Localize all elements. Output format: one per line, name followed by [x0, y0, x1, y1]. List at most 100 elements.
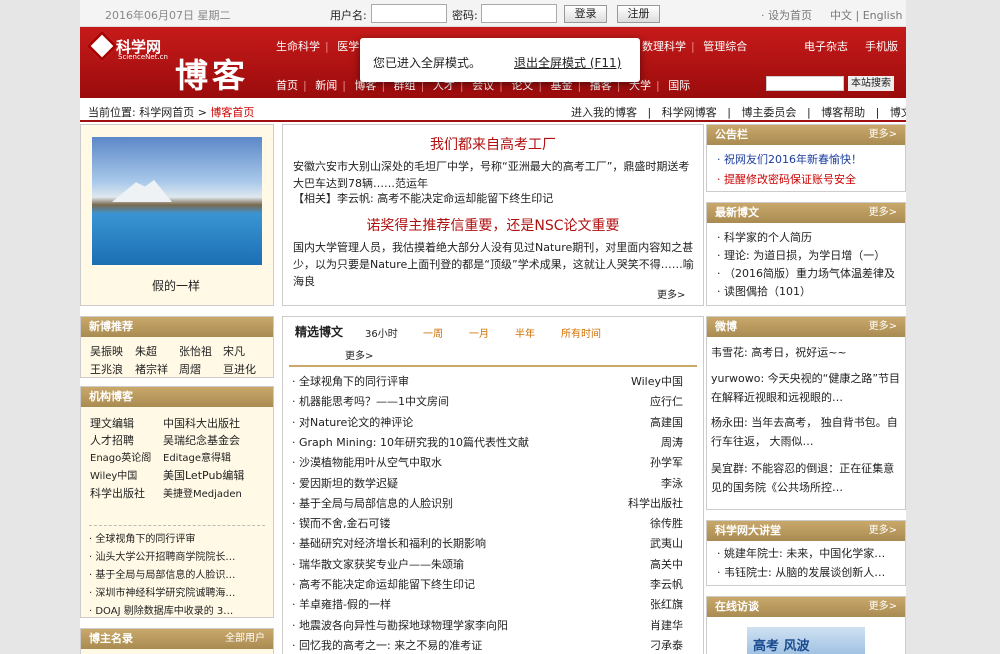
breadcrumb-current[interactable]: 博客首页 [210, 106, 254, 119]
featured-post-author[interactable]: 李云帆 [650, 576, 683, 592]
featured-post-author[interactable]: 高关中 [650, 556, 683, 572]
org-item[interactable]: 中国科大出版社 [163, 415, 240, 431]
org-item[interactable]: 吴瑞纪念基金会 [163, 432, 240, 448]
nav-math-physics[interactable]: 数理科学 [642, 40, 686, 53]
org-post[interactable]: · 全球视角下的同行评审 [89, 530, 264, 545]
notice-item[interactable]: · 祝网友们2016年新春愉快！ [717, 151, 862, 168]
featured-post-title[interactable]: · 爱因斯坦的数学迟疑 [292, 477, 398, 490]
weibo-item[interactable]: 吴宜群: 不能容忍的倒退：正在征集意见的国务院《公共场所控… [711, 459, 903, 497]
featured-post-title[interactable]: · 对Nature论文的神评论 [292, 416, 413, 429]
site-search-input[interactable] [766, 76, 844, 91]
blogger-name[interactable]: 亘进化 [223, 361, 256, 377]
lecture-more-link[interactable]: 更多> [869, 521, 897, 541]
org-post[interactable]: · 汕头大学公开招聘商学院院长… [89, 548, 264, 563]
interview-more-link[interactable]: 更多> [869, 597, 897, 617]
register-button[interactable]: 注册 [617, 5, 660, 23]
featured-post-title[interactable]: · 沙漠植物能用叶从空气中取水 [292, 456, 442, 469]
weibo-item[interactable]: yurwowo: 今天央视的“健康之路”节目在解释近视眼和远视眼的… [711, 369, 903, 407]
featured-post-row[interactable]: · 全球视角下的同行评审 Wiley中国 [292, 373, 685, 389]
language-switch[interactable]: 中文 | English [830, 7, 902, 23]
featured-post-title[interactable]: · 羊卓雍措-假的一样 [292, 598, 391, 611]
featured-post-author[interactable]: 武夷山 [650, 535, 683, 551]
username-input[interactable] [371, 4, 447, 23]
featured-post-title[interactable]: · 高考不能决定命运却能留下终生印记 [292, 578, 475, 591]
headline-title-1[interactable]: 我们都来自高考工厂 [283, 134, 703, 154]
featured-post-author[interactable]: 徐传胜 [650, 515, 683, 531]
notice-item[interactable]: · 提醒修改密码保证账号安全 [717, 171, 856, 188]
all-users-link[interactable]: 全部用户 [225, 629, 265, 649]
tab-36h[interactable]: 36小时 [365, 325, 398, 340]
org-post[interactable]: · DOAJ 剔除数据库中收录的 3… [89, 602, 264, 617]
notice-more-link[interactable]: 更多> [869, 125, 897, 145]
nav-e-magazine[interactable]: 电子杂志 [804, 38, 848, 54]
latest-item[interactable]: · 读图偶拾（101） [717, 283, 903, 300]
featured-post-title[interactable]: · 基础研究对经济增长和福利的长期影响 [292, 537, 486, 550]
tab-month[interactable]: 一月 [469, 325, 489, 340]
headline-related[interactable]: 【相关】李云帆: 高考不能决定命运却能留下终生印记 [293, 190, 695, 207]
org-item[interactable]: 人才招聘 [90, 432, 134, 448]
blogger-name[interactable]: 王兆浪 [90, 361, 123, 377]
weibo-more-link[interactable]: 更多> [869, 317, 897, 337]
featured-post-author[interactable]: 科学出版社 [628, 495, 683, 511]
blog-search-link[interactable]: 博文搜索 [890, 106, 906, 119]
featured-post-title[interactable]: · 全球视角下的同行评审 [292, 375, 409, 388]
breadcrumb-home[interactable]: 当前位置: 科学网首页 [88, 106, 194, 119]
lake-photo[interactable] [92, 137, 262, 265]
featured-post-title[interactable]: · 瑞华散文家获奖专业户——朱颂瑜 [292, 558, 464, 571]
featured-post-title[interactable]: · 回忆我的高考之一: 来之不易的准考证 [292, 639, 482, 652]
org-item[interactable]: Editage意得辑 [163, 449, 231, 464]
photo-caption[interactable]: 假的一样 [81, 277, 271, 294]
weibo-item[interactable]: 杨永田: 当年去高考， 独自背书包。自行车往返， 大雨似… [711, 413, 903, 451]
featured-post-author[interactable]: 李泳 [661, 475, 683, 491]
featured-post-row[interactable]: · 高考不能决定命运却能留下终生印记 李云帆 [292, 576, 685, 592]
tab-week[interactable]: 一周 [423, 325, 443, 340]
org-item[interactable]: 科学出版社 [90, 485, 145, 501]
featured-post-author[interactable]: 刁承泰 [650, 637, 683, 653]
lecture-item[interactable]: · 姚建年院士: 未来，中国化学家… [717, 545, 903, 562]
featured-post-row[interactable]: · 基础研究对经济增长和福利的长期影响 武夷山 [292, 535, 685, 551]
featured-post-row[interactable]: · 地震波各向异性与勘探地球物理学家李向阳 肖建华 [292, 617, 685, 633]
featured-post-title[interactable]: · 锲而不舍,金石可镂 [292, 517, 391, 530]
featured-post-row[interactable]: · 沙漠植物能用叶从空气中取水 孙学军 [292, 454, 685, 470]
login-button[interactable]: 登录 [564, 5, 607, 23]
sciencenet-blog-link[interactable]: 科学网博客 [662, 106, 717, 119]
featured-post-author[interactable]: 周涛 [661, 434, 683, 450]
org-item[interactable]: Wiley中国 [90, 467, 137, 482]
nav-management[interactable]: 管理综合 [703, 40, 747, 53]
blogger-name[interactable]: 吴振映 [90, 343, 123, 359]
blogger-name[interactable]: 褚宗祥 [135, 361, 168, 377]
featured-post-author[interactable]: 张红旗 [650, 596, 683, 612]
nav-mobile[interactable]: 手机版 [865, 38, 898, 54]
featured-post-row[interactable]: · 回忆我的高考之一: 来之不易的准考证 刁承泰 [292, 637, 685, 653]
nav-news[interactable]: 新闻 [315, 79, 337, 92]
featured-post-row[interactable]: · 机器能思考吗？——1中文房间 应行仁 [292, 393, 685, 409]
latest-more-link[interactable]: 更多> [869, 203, 897, 223]
interview-banner[interactable]: 高考 风波 [747, 627, 865, 654]
exit-fullscreen-link[interactable]: 退出全屏模式 (F11) [514, 54, 621, 71]
featured-post-author[interactable]: 高建国 [650, 414, 683, 430]
featured-post-row[interactable]: · Graph Mining: 10年研究我的10篇代表性文献 周涛 [292, 434, 685, 450]
nav-home[interactable]: 首页 [276, 79, 298, 92]
org-item[interactable]: 理文编辑 [90, 415, 134, 431]
sciencenet-logo[interactable]: 科学网 ScienceNet.cn [86, 30, 168, 63]
featured-post-row[interactable]: · 瑞华散文家获奖专业户——朱颂瑜 高关中 [292, 556, 685, 572]
featured-post-row[interactable]: · 羊卓雍措-假的一样 张红旗 [292, 596, 685, 612]
nav-international[interactable]: 国际 [668, 79, 690, 92]
blogger-name[interactable]: 朱超 [135, 343, 157, 359]
org-post[interactable]: · 深圳市神经科学研究院诚聘海… [89, 584, 264, 599]
blogger-name[interactable]: 宋凡 [223, 343, 245, 359]
featured-post-title[interactable]: · 基于全局与局部信息的人脸识别 [292, 497, 453, 510]
featured-post-title[interactable]: · 机器能思考吗？——1中文房间 [292, 395, 449, 408]
latest-item[interactable]: · 理论: 为道日损，为学日增（一） [717, 247, 903, 264]
featured-post-row[interactable]: · 爱因斯坦的数学迟疑 李泳 [292, 475, 685, 491]
org-post[interactable]: · 基于全局与局部信息的人脸识… [89, 566, 264, 581]
org-item[interactable]: 美国LetPub编辑 [163, 467, 244, 483]
weibo-item[interactable]: 韦雪花: 高考日，祝好运~~ [711, 343, 903, 362]
my-blog-link[interactable]: 进入我的博客 [571, 106, 637, 119]
featured-post-row[interactable]: · 对Nature论文的神评论 高建国 [292, 414, 685, 430]
blogger-name[interactable]: 周熠 [179, 361, 201, 377]
tab-all-time[interactable]: 所有时间 [561, 325, 601, 340]
nav-medicine[interactable]: 医学 [337, 40, 359, 53]
latest-item[interactable]: · 科学家的个人简历 [717, 229, 903, 246]
featured-post-row[interactable]: · 锲而不舍,金石可镂 徐传胜 [292, 515, 685, 531]
